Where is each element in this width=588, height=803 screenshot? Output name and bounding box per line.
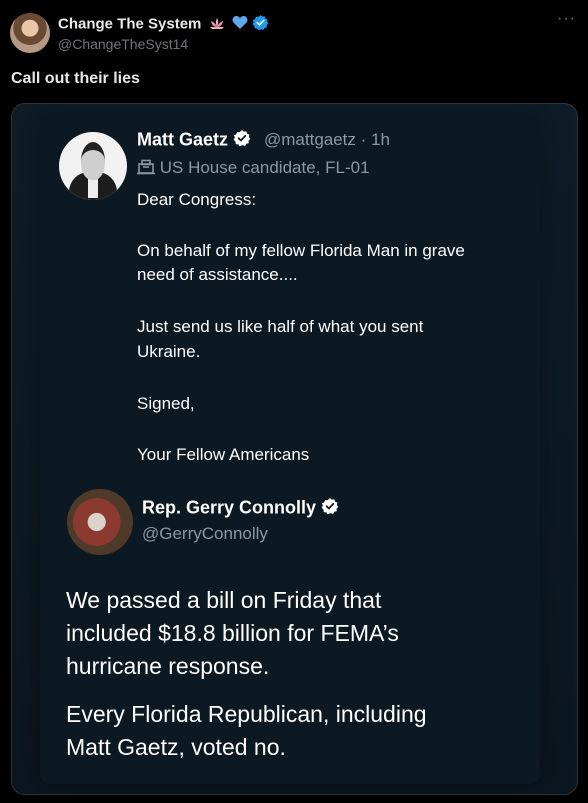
tweet2-line: included $18.8 billion for FEMA’s	[66, 620, 399, 646]
verified-badge-icon	[321, 497, 339, 520]
lotus-icon	[209, 16, 225, 34]
tweet1-line: On behalf of my fellow Florida Man in gr…	[137, 241, 465, 260]
verified-badge-icon	[233, 129, 251, 152]
post-image[interactable]: Matt Gaetz @mattgaetz · 1h US House cand…	[11, 103, 578, 795]
tweet1-line: Your Fellow Americans	[137, 445, 310, 464]
post-header: Change The System @ChangeTheSyst14 ···	[0, 0, 588, 64]
tweet1-name-row: Matt Gaetz	[137, 129, 251, 152]
author-name-row[interactable]: Change The System	[58, 14, 269, 35]
tweet2-name: Rep. Gerry Connolly	[142, 497, 317, 518]
more-options-icon[interactable]: ···	[557, 10, 576, 28]
post-text: Call out their lies	[11, 70, 140, 87]
tweet2-line: Matt Gaetz, voted no.	[66, 734, 286, 760]
tweet1-line: Dear Congress:	[137, 190, 257, 209]
tweet1-subtitle-row: US House candidate, FL-01	[137, 158, 370, 178]
connolly-avatar	[67, 489, 133, 555]
author-avatar[interactable]	[10, 13, 50, 53]
tweet1-line: Signed,	[137, 394, 195, 413]
author-display-name[interactable]: Change The System	[58, 15, 201, 32]
tweet1-line: Just send us like half of what you sent	[137, 317, 424, 336]
tweet2-line: Every Florida Republican, including	[66, 701, 427, 727]
verified-badge-icon	[252, 14, 269, 35]
tweet1-handle-time: @mattgaetz · 1h	[264, 130, 390, 149]
tweet2-line: hurricane response.	[66, 653, 270, 679]
tweet1-name: Matt Gaetz	[137, 129, 229, 150]
tweet1-line: need of assistance....	[137, 265, 298, 284]
tweet1-subtitle: US House candidate, FL-01	[159, 158, 370, 177]
author-handle[interactable]: @ChangeTheSyst14	[58, 36, 188, 52]
tweet2-name-row: Rep. Gerry Connolly	[142, 497, 339, 520]
gaetz-avatar	[59, 132, 127, 200]
tweet1-line: Ukraine.	[137, 342, 201, 361]
tweet2-handle: @GerryConnolly	[142, 524, 268, 543]
tweet2-line: We passed a bill on Friday that	[66, 587, 382, 613]
blue-heart-icon	[232, 15, 248, 34]
government-building-icon	[137, 158, 160, 177]
